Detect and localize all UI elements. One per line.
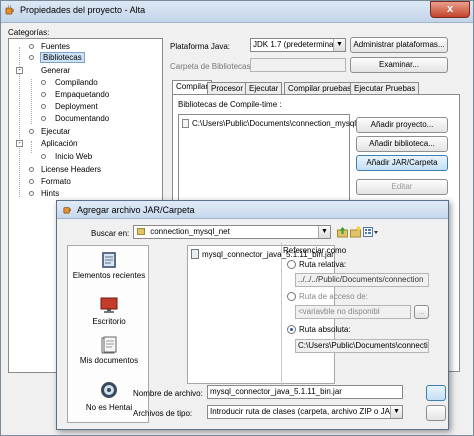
filetype-label: Archivos de tipo: <box>133 409 193 418</box>
edit-button[interactable]: Editar <box>356 179 448 195</box>
tab-ejecutar-pruebas[interactable]: Ejecutar Pruebas <box>350 82 420 94</box>
categories-label: Categorías: <box>8 28 50 37</box>
variable-path-field: <variavble no disponibl <box>295 305 411 319</box>
tree-item-deployment[interactable]: Deployment <box>55 102 98 111</box>
browse-library-button[interactable]: Examinar... <box>350 57 448 73</box>
compile-time-heading: Bibliotecas de Compile-time : <box>178 100 282 109</box>
absolute-path-radio[interactable] <box>287 325 296 334</box>
open-button[interactable] <box>426 385 446 401</box>
new-folder-icon[interactable] <box>350 226 361 238</box>
tab-procesor[interactable]: Procesor <box>207 82 248 94</box>
relative-path-label: Ruta relativa: <box>299 260 347 269</box>
collapse-generar-icon[interactable]: - <box>16 67 23 74</box>
variable-path-label: Ruta de acceso de: <box>299 292 368 301</box>
tree-item-license-headers[interactable]: License Headers <box>41 165 101 174</box>
place-desktop[interactable]: Escritorio <box>68 317 150 326</box>
collapse-aplicacion-icon[interactable]: - <box>16 140 23 147</box>
platform-label: Plataforma Java: <box>170 42 231 51</box>
absolute-path-field: C:\Users\Public\Documents\connection <box>295 339 429 353</box>
library-folder-label: Carpeta de Bibliotecas: <box>170 62 253 71</box>
dialog-title: Agregar archivo JAR/Carpeta <box>77 205 195 215</box>
recent-items-icon[interactable] <box>99 251 119 269</box>
add-library-button[interactable]: Añadir biblioteca... <box>356 136 448 152</box>
filetype-value: Introducir ruta de clases (carpeta, arch… <box>210 407 401 416</box>
tree-item-hints[interactable]: Hints <box>41 189 59 198</box>
add-project-button[interactable]: Añadir proyecto... <box>356 117 448 133</box>
tree-item-aplicacion[interactable]: Aplicación <box>41 139 77 148</box>
tree-item-fuentes[interactable]: Fuentes <box>41 42 70 51</box>
add-jar-folder-button[interactable]: Añadir JAR/Carpeta <box>356 155 448 171</box>
lookin-value: connection_mysql_net <box>150 227 230 236</box>
lookin-select[interactable]: connection_mysql_net ▼ <box>133 225 331 239</box>
view-menu-icon[interactable] <box>363 226 379 238</box>
platform-value: JDK 1.7 (predeterminad <box>253 40 338 49</box>
tree-item-compilando[interactable]: Compilando <box>55 78 98 87</box>
list-item[interactable]: C:\Users\Public\Documents\connection_mys… <box>192 119 361 128</box>
tree-item-bibliotecas[interactable]: Bibliotecas <box>40 52 85 63</box>
filename-label: Nombre de archivo: <box>133 389 203 398</box>
relative-path-field: ../../../Public/Documents/connection <box>295 273 429 287</box>
chevron-down-icon: ▼ <box>333 39 345 51</box>
desktop-icon[interactable] <box>99 296 119 314</box>
platform-select[interactable]: JDK 1.7 (predeterminad ▼ <box>250 38 346 52</box>
variable-path-radio[interactable] <box>287 292 296 301</box>
variable-browse-button[interactable]: ... <box>414 305 429 319</box>
tab-ejecutar[interactable]: Ejecutar <box>245 82 283 94</box>
add-jar-dialog: Agregar archivo JAR/Carpeta Buscar en: c… <box>56 200 449 430</box>
computer-disc-icon[interactable] <box>99 381 119 399</box>
cancel-button[interactable] <box>426 405 446 421</box>
lookin-label: Buscar en: <box>91 229 130 238</box>
place-recent[interactable]: Elementos recientes <box>68 271 150 280</box>
absolute-path-label: Ruta absoluta: <box>299 325 351 334</box>
documents-icon[interactable] <box>99 336 119 354</box>
tab-compilar[interactable]: Compilar <box>172 80 213 94</box>
place-documents[interactable]: Mis documentos <box>68 356 150 365</box>
folder-icon <box>137 228 145 236</box>
filename-input[interactable]: mysql_connector_java_5.1.11_bin.jar <box>207 385 403 399</box>
tab-compilar-pruebas[interactable]: Compilar pruebas <box>284 82 356 94</box>
relative-path-radio[interactable] <box>287 260 296 269</box>
reference-label: Referenciar como <box>283 246 347 255</box>
chevron-down-icon: ▼ <box>390 406 402 418</box>
filetype-select[interactable]: Introducir ruta de clases (carpeta, arch… <box>207 405 403 419</box>
tree-item-ejecutar[interactable]: Ejecutar <box>41 127 70 136</box>
jar-file-icon <box>182 119 189 128</box>
library-folder-field[interactable] <box>250 58 346 72</box>
up-folder-icon[interactable] <box>337 226 348 238</box>
coffee-cup-app-icon <box>62 204 73 215</box>
coffee-cup-app-icon <box>4 4 16 16</box>
jar-file-icon <box>191 249 199 259</box>
manage-platforms-button[interactable]: Administrar plataformas... <box>350 37 448 53</box>
chevron-down-icon: ▼ <box>318 226 330 238</box>
tree-item-inicio-web[interactable]: Inicio Web <box>55 152 92 161</box>
tree-item-formato[interactable]: Formato <box>41 177 71 186</box>
window-title: Propiedades del proyecto - Alta <box>20 5 146 15</box>
tree-item-documentando[interactable]: Documentando <box>55 114 109 123</box>
tree-item-empaquetando[interactable]: Empaquetando <box>55 90 109 99</box>
tree-item-generar[interactable]: Generar <box>41 66 70 75</box>
close-button[interactable]: x <box>430 1 470 18</box>
